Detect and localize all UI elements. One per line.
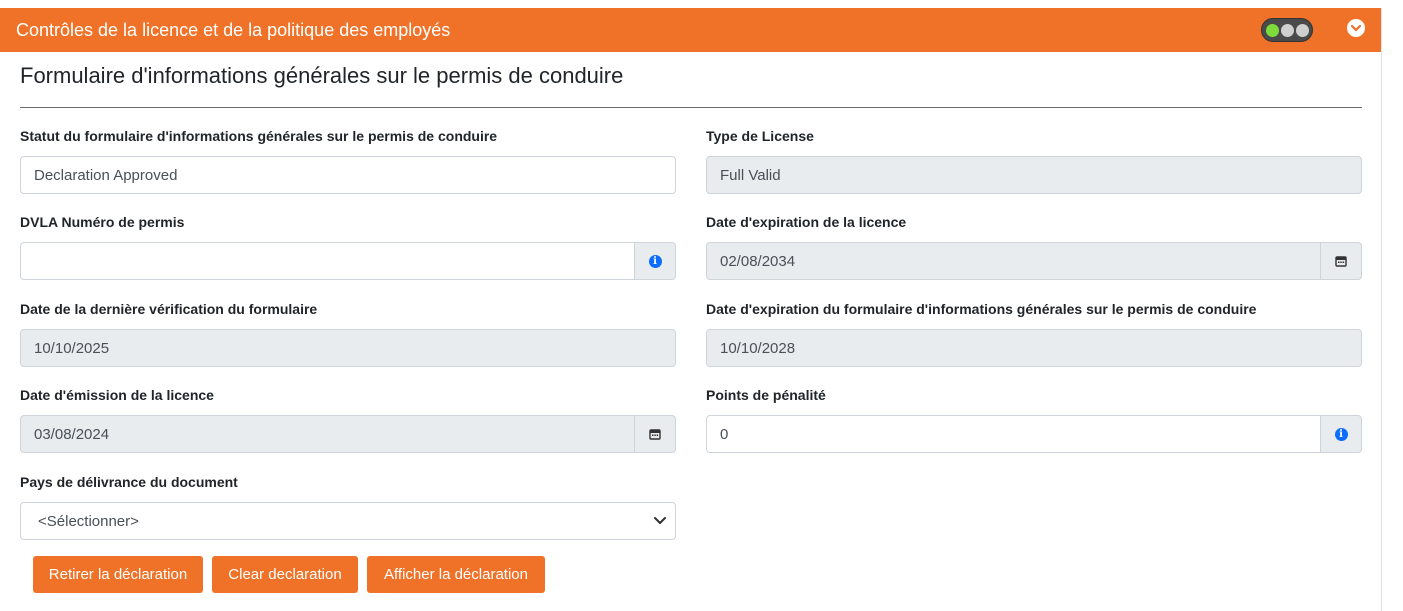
license-expiry-calendar-button[interactable] [1320,242,1362,280]
penalty-points-input[interactable]: 0 [706,415,1322,453]
license-type-label: Type de License [706,128,814,144]
penalty-points-label: Points de pénalité [706,387,826,403]
calendar-icon [1335,256,1347,267]
chevron-down-icon [654,517,666,524]
license-expiry-field: 02/08/2034 [706,242,1322,280]
amber-light [1280,23,1294,37]
clear-declaration-button[interactable]: Clear declaration [212,556,358,593]
country-select[interactable]: <Sélectionner> [20,502,676,540]
penalty-info-button[interactable]: i [1320,415,1362,453]
form-expiry-field: 10/10/2028 [706,329,1362,367]
panel-header[interactable]: Contrôles de la licence et de la politiq… [0,8,1381,52]
dvla-number-input[interactable] [20,242,636,280]
dvla-number-label: DVLA Numéro de permis [20,214,185,230]
issue-date-label: Date d'émission de la licence [20,387,214,403]
dvla-info-button[interactable]: i [634,242,676,280]
show-declaration-button[interactable]: Afficher la déclaration [367,556,545,593]
green-light [1265,23,1279,37]
country-select-value: <Sélectionner> [38,512,139,530]
panel-title: Contrôles de la licence et de la politiq… [16,19,451,40]
form-status-label: Statut du formulaire d'informations géné… [20,128,498,144]
traffic-light-icon [1261,18,1313,42]
section-divider [20,107,1362,108]
info-icon: i [648,254,662,268]
last-check-label: Date de la dernière vérification du form… [20,301,318,317]
chevron-down-icon[interactable] [1347,19,1365,37]
red-light [1295,23,1309,37]
license-expiry-label: Date d'expiration de la licence [706,214,907,230]
calendar-icon [649,429,661,440]
section-title: Formulaire d'informations générales sur … [20,63,624,88]
country-label: Pays de délivrance du document [20,474,238,490]
withdraw-declaration-button[interactable]: Retirer la déclaration [33,556,203,593]
form-status-field[interactable]: Declaration Approved [20,156,676,194]
last-check-field: 10/10/2025 [20,329,676,367]
form-expiry-label: Date d'expiration du formulaire d'inform… [706,301,1257,317]
issue-date-field: 03/08/2024 [20,415,636,453]
issue-date-calendar-button[interactable] [634,415,676,453]
info-icon: i [1334,427,1348,441]
license-type-field: Full Valid [706,156,1362,194]
